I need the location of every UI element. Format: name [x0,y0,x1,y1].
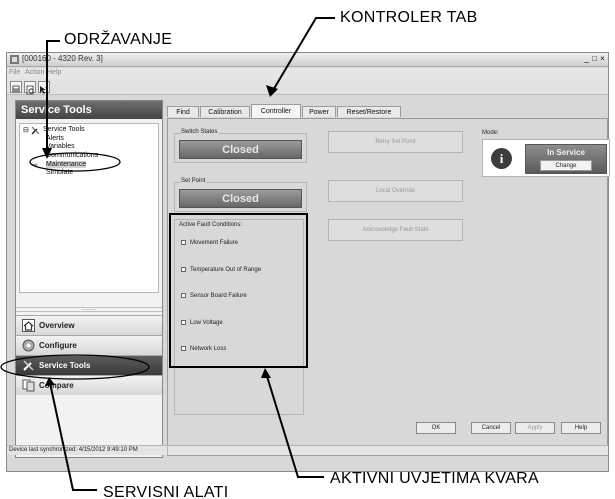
active-fault-conditions: Active Fault Conditions: Movement Failur… [174,219,304,415]
nav-configure-label: Configure [39,341,77,350]
tab-find[interactable]: Find [167,106,199,117]
tree-item-communications[interactable]: Communications [46,152,98,159]
cancel-button[interactable]: Cancel [471,422,511,434]
fault-label: Network Loss [190,346,227,352]
title-bar: [000160 - 4320 Rev. 3] _ □ × [7,53,608,67]
fault-title: Active Fault Conditions: [179,222,243,228]
checkbox[interactable] [181,346,186,351]
set-point-label: Set Point [180,178,207,184]
tree-collapse-icon[interactable]: ⊟ [23,126,29,134]
tree-item-maintenance[interactable]: Maintenance [46,161,87,168]
checkbox[interactable] [181,267,186,272]
sidebar: Service Tools ⊟ Service Tools Alerts Var… [15,100,163,458]
fault-temperature-out-of-range[interactable]: Temperature Out of Range [181,267,261,273]
controller-panel: Switch States Closed Set Point Closed Re… [167,118,610,456]
tree-view: ⊟ Service Tools Alerts Variables Communi… [19,123,159,293]
switch-state-value: Closed [179,140,302,159]
tree-item-variables[interactable]: Variables [46,143,75,150]
nav-configure[interactable]: Configure [16,335,162,355]
minimize-icon[interactable]: _ [583,54,590,64]
print-icon[interactable] [10,81,22,93]
maximize-icon[interactable]: □ [591,54,598,64]
mode-label: Mode: [482,130,499,136]
nav-compare-label: Compare [39,381,74,390]
print-preview-icon[interactable] [24,81,36,95]
home-icon [22,319,35,332]
arrow-right-icon: ⇨ [32,162,38,169]
help-button[interactable]: Help [561,422,601,434]
apply-button[interactable]: Apply [515,422,555,434]
fault-movement-failure[interactable]: Movement Failure [181,240,238,246]
tree-item-alerts[interactable]: Alerts [46,135,64,142]
checkbox[interactable] [181,293,186,298]
fault-low-voltage[interactable]: Low Voltage [181,320,223,326]
tab-calibration[interactable]: Calibration [200,106,250,117]
menu-action[interactable]: Action [25,69,44,76]
compare-icon [22,379,35,392]
app-icon [10,55,19,64]
status-bar: Device last synchronized: 4/15/2012 9:49… [7,445,608,455]
nav-service-tools-label: Service Tools [39,361,91,370]
annotation-servisni-alati: SERVISNI ALATI [103,484,229,499]
annotation-aktivni-uvjetima-kvara: AKTIVNI UVJETIMA KVARA [330,470,540,487]
tree-item-simulate[interactable]: Simulate [46,169,73,176]
annotation-kontroler-tab: KONTROLER TAB [340,9,478,26]
set-point-group: Set Point Closed [174,178,307,212]
mode-value: In Service [547,148,585,157]
change-mode-button[interactable]: Change [540,160,592,171]
switch-states-label: Switch States [180,129,219,135]
app-window: [000160 - 4320 Rev. 3] _ □ × File Action… [6,52,610,472]
switch-states-group: Switch States Closed [174,129,307,163]
close-icon[interactable]: × [599,54,606,64]
ok-button[interactable]: OK [416,422,456,434]
status-divider [167,446,168,455]
acknowledge-fault-state-button[interactable]: Acknowledge Fault State [328,219,463,241]
status-text: Device last synchronized: 4/15/2012 9:49… [9,447,138,453]
retry-set-point-button[interactable]: Retry Set Point [328,131,463,153]
fault-sensor-board-failure[interactable]: Sensor Board Failure [181,293,247,299]
tab-power[interactable]: Power [302,106,336,117]
svg-text:?: ? [45,87,49,93]
local-override-button[interactable]: Local Override [328,180,463,202]
mode-badge: In Service Change [525,144,607,174]
fault-network-loss[interactable]: Network Loss [181,346,226,352]
gear-icon [22,339,35,352]
nav-overview[interactable]: Overview [16,315,162,335]
fault-label: Low Voltage [190,320,223,326]
mode-box: i In Service Change [482,139,610,177]
context-help-icon[interactable]: ? [38,81,50,94]
window-title: [000160 - 4320 Rev. 3] [22,54,103,63]
tab-strip: Find Calibration Controller Power Reset/… [167,104,608,118]
tree-item-service-tools[interactable]: Service Tools [43,126,85,133]
menu-bar: File Action Help [7,68,608,79]
checkbox[interactable] [181,320,186,325]
toolbar: ? [7,79,608,95]
info-icon: i [491,148,512,169]
checkbox[interactable] [181,240,186,245]
splitter-grip[interactable]: ......... [16,306,162,312]
set-point-value: Closed [179,189,302,208]
menu-help[interactable]: Help [47,69,61,76]
nav-service-tools[interactable]: Service Tools [16,355,162,375]
nav-overview-label: Overview [39,321,75,330]
wrench-icon [31,126,40,135]
sidebar-header: Service Tools [16,101,162,119]
fault-label: Movement Failure [190,240,239,246]
tab-controller[interactable]: Controller [251,104,301,118]
menu-file[interactable]: File [9,69,20,76]
nav-compare[interactable]: Compare [16,375,162,395]
tools-icon [23,360,34,371]
tab-reset-restore[interactable]: Reset/Restore [337,106,401,117]
annotation-odrzavanje: ODRŽAVANJE [64,31,173,48]
fault-label: Temperature Out of Range [190,267,262,273]
fault-label: Sensor Board Failure [190,293,247,299]
